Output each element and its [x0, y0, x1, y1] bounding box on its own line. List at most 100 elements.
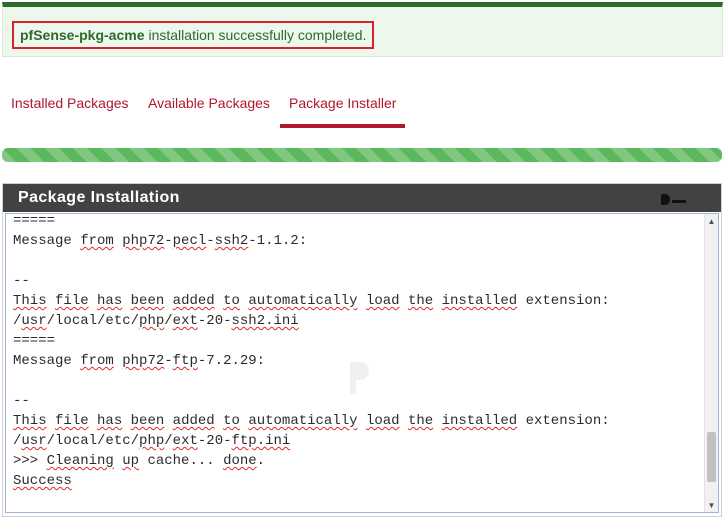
alert-package-name: pfSense-pkg-acme: [20, 27, 145, 43]
package-installation-panel: Package Installation ===== Message from p…: [2, 183, 722, 517]
scroll-thumb[interactable]: [707, 432, 716, 482]
alert-message-highlight: pfSense-pkg-acme installation successful…: [12, 21, 375, 49]
arrow-up-icon[interactable]: ▲: [705, 214, 718, 228]
log-word-flagged: This: [13, 413, 47, 429]
success-alert: pfSense-pkg-acme installation successful…: [2, 2, 723, 57]
log-word-flagged: Success: [13, 473, 72, 489]
panel-title: Package Installation: [18, 189, 180, 206]
log-word-flagged: been: [130, 293, 165, 309]
log-line: =====: [13, 331, 610, 351]
log-text: -: [164, 353, 173, 369]
log-text: Message: [13, 233, 81, 249]
log-line: [13, 371, 610, 391]
log-word-flagged: load: [365, 293, 400, 309]
watermark-p-icon: [350, 362, 369, 394]
log-line: This file has been added to automaticall…: [13, 291, 610, 311]
log-word-flagged: load: [365, 413, 400, 429]
log-line: Message from php72-pecl-ssh2-1.1.2:: [13, 231, 610, 251]
arrow-down-icon[interactable]: ▼: [705, 498, 718, 512]
log-line: /usr/local/etc/php/ext-20-ftp.ini: [13, 431, 610, 451]
log-word-flagged: has: [97, 293, 123, 309]
log-word-flagged: ext: [172, 313, 198, 329]
log-text: -: [164, 233, 173, 249]
log-text: /: [164, 313, 173, 329]
log-word-flagged: to: [223, 293, 240, 309]
progress-fill: [2, 148, 722, 162]
log-word-flagged: has: [97, 413, 123, 429]
log-word-flagged: Cleaning: [46, 453, 114, 469]
log-text: extension:: [517, 293, 610, 309]
log-text: --: [13, 393, 30, 409]
log-line: Success: [13, 471, 610, 491]
alert-message-text: installation successfully completed.: [148, 27, 367, 43]
log-word-flagged: php72: [122, 353, 165, 369]
log-word-flagged: added: [172, 293, 215, 309]
log-text: -1.1.2:: [248, 233, 308, 249]
panel-header: Package Installation: [3, 184, 721, 212]
log-word-flagged: from: [80, 233, 114, 249]
log-word-flagged: installed: [441, 413, 518, 429]
tab-installed-packages[interactable]: Installed Packages: [11, 84, 129, 128]
log-word-flagged: been: [130, 413, 165, 429]
log-word-flagged: php: [139, 433, 165, 449]
log-text: >>>: [13, 453, 47, 469]
log-text: -20-: [197, 433, 232, 449]
log-line: [13, 251, 610, 271]
log-text: -7.2.29:: [197, 353, 266, 369]
log-text: cache...: [139, 453, 224, 469]
log-word-flagged: up: [122, 453, 140, 469]
log-word-flagged: usr: [21, 313, 47, 329]
log-text: =====: [13, 333, 56, 349]
log-word-flagged: automatically: [248, 413, 358, 429]
log-word-flagged: to: [223, 413, 240, 429]
tab-package-installer[interactable]: Package Installer: [280, 84, 405, 128]
log-scrollbar[interactable]: ▲ ▼: [704, 214, 718, 512]
log-text: -20-: [197, 313, 232, 329]
log-line: --: [13, 391, 610, 411]
log-line: --: [13, 271, 610, 291]
log-word-flagged: the: [407, 413, 434, 429]
log-text: =====: [13, 213, 56, 229]
install-log-output[interactable]: ===== Message from php72-pecl-ssh2-1.1.2:…: [5, 213, 719, 513]
log-word-flagged: This: [13, 293, 47, 309]
log-text: -: [206, 233, 215, 249]
log-text: /local/etc/: [46, 313, 140, 329]
tab-available-packages[interactable]: Available Packages: [148, 84, 270, 128]
log-text: Message: [13, 353, 81, 369]
log-word-flagged: ftp.ini: [231, 433, 291, 449]
log-line: =====: [13, 213, 610, 231]
log-word-flagged: done: [223, 453, 257, 469]
log-word-flagged: ssh2.ini: [231, 313, 299, 329]
log-text: .: [256, 453, 266, 469]
log-text: /: [164, 433, 173, 449]
log-text: extension:: [517, 413, 610, 429]
package-tabs: Installed Packages Available Packages Pa…: [0, 84, 725, 128]
log-text: /local/etc/: [46, 433, 140, 449]
log-word-flagged: the: [407, 293, 434, 309]
log-line: /usr/local/etc/php/ext-20-ssh2.ini: [13, 311, 610, 331]
log-word-flagged: ftp: [172, 353, 198, 369]
log-line: This file has been added to automaticall…: [13, 411, 610, 431]
log-word-flagged: added: [172, 413, 215, 429]
log-word-flagged: installed: [441, 293, 518, 309]
install-progress-bar: [2, 148, 722, 162]
log-word-flagged: ssh2: [214, 233, 249, 249]
log-line: >>> Cleaning up cache... done.: [13, 451, 610, 471]
log-word-flagged: php72: [122, 233, 165, 249]
